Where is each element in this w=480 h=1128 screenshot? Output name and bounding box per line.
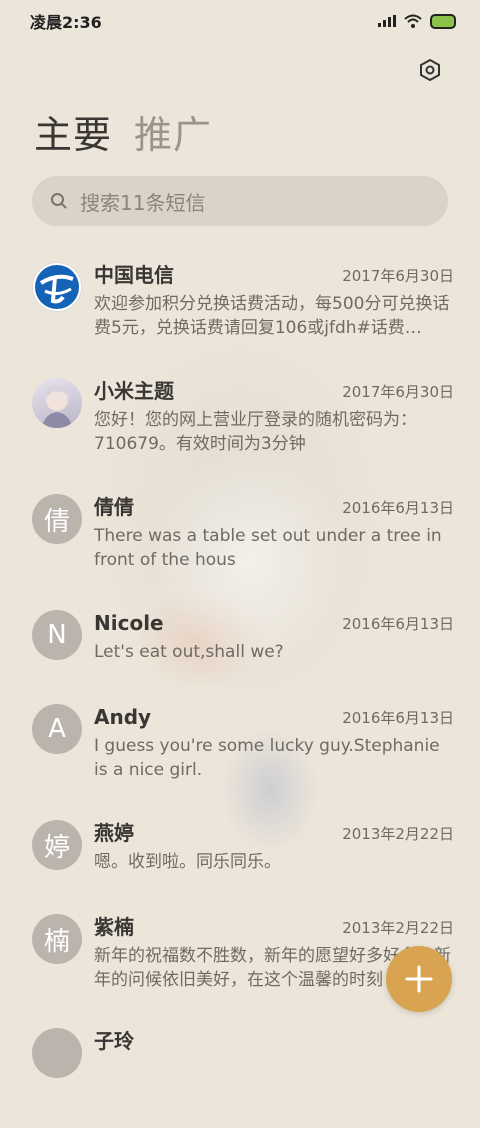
- status-bar: 凌晨2:36: [0, 0, 480, 42]
- message-date: 2016年6月13日: [342, 615, 454, 633]
- china-telecom-logo: [32, 262, 82, 312]
- sender-name: 燕婷: [94, 821, 134, 845]
- message-preview: 欢迎参加积分兑换话费活动，每500分可兑换话费5元，兑换话费请回复106或jfd…: [94, 294, 450, 338]
- message-date: 2013年2月22日: [342, 919, 454, 937]
- sender-name: 倩倩: [94, 495, 134, 519]
- battery-icon: [430, 13, 456, 29]
- message-item[interactable]: 中国电信 2017年6月30日 欢迎参加积分兑换话费活动，每500分可兑换话费5…: [32, 262, 462, 362]
- message-preview: 嗯。收到啦。同乐同乐。: [94, 852, 281, 872]
- sender-name: 中国电信: [94, 263, 174, 287]
- tab-promo[interactable]: 推广: [134, 104, 212, 159]
- message-item[interactable]: 婷 燕婷 2013年2月22日 嗯。收到啦。同乐同乐。: [32, 820, 462, 920]
- message-item[interactable]: N Nicole 2016年6月13日 Let's eat out,shall …: [32, 610, 462, 710]
- message-date: 2013年2月22日: [342, 825, 454, 843]
- message-preview: 您好！您的网上营业厅登录的随机密码为：710679。有效时间为3分钟: [94, 410, 417, 454]
- message-date: 2016年6月13日: [342, 499, 454, 517]
- tab-bar: 主要 推广: [34, 104, 212, 159]
- settings-button[interactable]: [414, 54, 446, 86]
- status-time: 凌晨2:36: [30, 13, 102, 32]
- sender-name: 子玲: [94, 1029, 134, 1053]
- new-message-button[interactable]: [386, 946, 452, 1012]
- settings-icon: [420, 59, 440, 81]
- avatar-initial: [32, 1028, 82, 1078]
- avatar-initial: A: [32, 704, 82, 754]
- message-date: 2016年6月13日: [342, 709, 454, 727]
- message-preview: Let's eat out,shall we?: [94, 642, 284, 662]
- tab-main[interactable]: 主要: [34, 104, 112, 159]
- message-preview: I guess you're some lucky guy.Stephanie …: [94, 736, 440, 780]
- plus-icon: [405, 965, 433, 993]
- message-date: 2017年6月30日: [342, 383, 454, 401]
- search-bar[interactable]: 搜索11条短信: [32, 176, 448, 226]
- message-preview: There was a table set out under a tree i…: [94, 526, 442, 570]
- message-item[interactable]: 小米主题 2017年6月30日 您好！您的网上营业厅登录的随机密码为：71067…: [32, 378, 462, 478]
- sender-name: Andy: [94, 705, 152, 729]
- message-item[interactable]: 倩 倩倩 2016年6月13日 There was a table set ou…: [32, 494, 462, 594]
- sender-name: 小米主题: [94, 379, 174, 403]
- message-item[interactable]: 子玲: [32, 1028, 462, 1128]
- avatar-initial: 倩: [32, 494, 82, 544]
- message-item[interactable]: A Andy 2016年6月13日 I guess you're some lu…: [32, 704, 462, 804]
- avatar-photo: [32, 378, 82, 428]
- message-date: 2017年6月30日: [342, 267, 454, 285]
- sender-name: Nicole: [94, 611, 164, 635]
- status-icons: [378, 13, 456, 29]
- avatar-initial: 楠: [32, 914, 82, 964]
- avatar-initial: 婷: [32, 820, 82, 870]
- sender-name: 紫楠: [94, 915, 134, 939]
- search-icon: [51, 193, 67, 209]
- wifi-icon: [404, 14, 422, 28]
- search-placeholder: 搜索11条短信: [80, 190, 206, 215]
- avatar-initial: N: [32, 610, 82, 660]
- signal-icon: [378, 15, 396, 27]
